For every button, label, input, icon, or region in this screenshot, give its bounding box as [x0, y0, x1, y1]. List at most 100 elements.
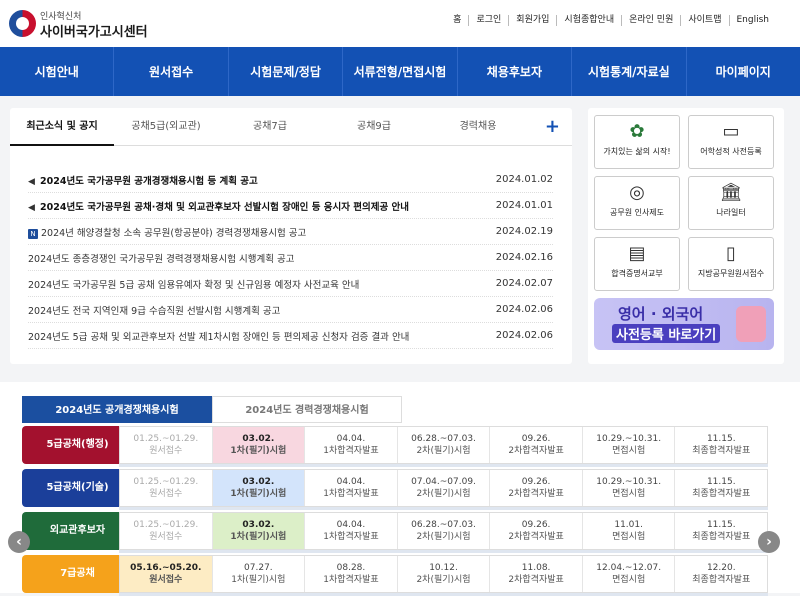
util-signup[interactable]: 회원가입 [508, 15, 556, 26]
quick-slogan[interactable]: ✿ 가치있는 삶의 시작! [594, 115, 680, 169]
nav-questions-answers[interactable]: 시험문제/정답 [229, 47, 344, 96]
banner-title: 영어 · 외국어 [618, 305, 704, 323]
step-label: 1차(필기)시험 [230, 489, 287, 499]
step-label: 2차합격자발표 [508, 532, 564, 542]
schedule-step: 01.25.~01.29. 원서접수 [120, 513, 213, 549]
progress-bar [119, 507, 768, 510]
step-date: 04.04. [336, 477, 366, 487]
schedule-step: 10.29.~10.31. 면접시험 [583, 470, 676, 506]
news-date: 2024.01.01 [495, 200, 553, 211]
schedule-step: 09.26. 2차합격자발표 [490, 513, 583, 549]
step-date: 03.02. [242, 477, 275, 487]
list-item[interactable]: ◀ 2024년도 국가공무원 공채·경채 및 외교관후보자 선발시험 장애인 등 … [28, 193, 553, 219]
news-title: 2024년 해양경찰청 소속 공무원(항공분야) 경력경쟁채용시험 공고 [41, 227, 307, 239]
step-date: 09.26. [521, 434, 551, 444]
step-label: 2차합격자발표 [508, 489, 564, 499]
list-item[interactable]: 2024년도 종층경쟁인 국가공무원 경력경쟁채용시험 시행계획 공고 2024.… [28, 245, 553, 271]
quick-label: 지방공무원원서접수 [697, 269, 765, 278]
nav-statistics[interactable]: 시험통계/자료실 [572, 47, 687, 96]
step-date: 04.04. [336, 434, 366, 444]
step-date: 06.28.~07.03. [411, 520, 476, 530]
phone-hand-icon [736, 306, 766, 342]
news-title: 2024년도 국가공무원 5급 공채 임용유예자 확정 및 신규임용 예정자 사… [28, 279, 360, 291]
globe-icon: ◎ [629, 182, 645, 203]
step-date: 07.04.~07.09. [411, 477, 476, 487]
step-label: 면접시험 [612, 575, 646, 585]
step-date: 07.27. [244, 563, 273, 573]
util-english[interactable]: English [728, 15, 777, 26]
quick-certificate[interactable]: ▤ 합격증명서교부 [594, 237, 680, 291]
quick-narailteo[interactable]: 🏛 나라일터 [688, 176, 774, 230]
news-title: 2024년도 종층경쟁인 국가공무원 경력경쟁채용시험 시행계획 공고 [28, 253, 295, 265]
news-tabs: 최근소식 및 공지 공채5급(외교관) 공채7급 공채9급 경력채용 [10, 108, 572, 146]
nav-application[interactable]: 원서접수 [114, 47, 229, 96]
quick-label: 합격증명서교부 [611, 269, 663, 278]
util-login[interactable]: 로그인 [468, 15, 508, 26]
list-item[interactable]: 2024년도 5급 공채 및 외교관후보자 선발 제1차시험 장애인 등 편의제… [28, 323, 553, 349]
news-title: 2024년도 국가공무원 공채·경채 및 외교관후보자 선발시험 장애인 등 응… [40, 201, 410, 213]
top-bar: 인사혁신처 사이버국가고시센터 홈 로그인 회원가입 시험종합안내 온라인 민원… [0, 0, 800, 47]
site-logo[interactable]: 인사혁신처 사이버국가고시센터 [9, 8, 159, 40]
step-label: 1차(필기)시험 [230, 532, 287, 542]
quick-language-register[interactable]: ▭ 어학성적 사전등록 [688, 115, 774, 169]
tab-grade5-diplomat[interactable]: 공채5급(외교관) [114, 108, 218, 146]
step-label: 1차(필기)시험 [230, 446, 287, 456]
language-banner[interactable]: 영어 · 외국어 사전등록 바로가기 [594, 298, 774, 350]
util-exam-guide[interactable]: 시험종합안내 [556, 15, 621, 26]
schedule-step: 10.12. 2차(필기)시험 [398, 556, 491, 592]
tab-career[interactable]: 경력채용 [426, 108, 530, 146]
step-date: 08.28. [336, 563, 366, 573]
schedule-step: 09.26. 2차합격자발표 [490, 427, 583, 463]
building-icon: 🏛 [719, 182, 743, 203]
tab-grade9[interactable]: 공채9급 [322, 108, 426, 146]
news-date: 2024.02.16 [495, 252, 553, 263]
schedule-category: 5급공채(행정) [22, 426, 133, 464]
list-item[interactable]: ◀ 2024년도 국가공무원 공개경쟁채용시험 등 계획 공고 2024.01.02 [28, 167, 553, 193]
tab-career-competition[interactable]: 2024년도 경력경쟁채용시험 [212, 396, 402, 423]
main-nav: 시험안내 원서접수 시험문제/정답 서류전형/면접시험 채용후보자 시험통계/자… [0, 47, 800, 96]
tab-open-competition[interactable]: 2024년도 공개경쟁채용시험 [22, 396, 212, 423]
step-label: 면접시험 [612, 446, 646, 456]
quick-hr-system[interactable]: ◎ 공무원 인사제도 [594, 176, 680, 230]
util-civil-petition[interactable]: 온라인 민원 [621, 15, 680, 26]
util-sitemap[interactable]: 사이트맵 [680, 15, 728, 26]
news-title: 2024년도 국가공무원 공개경쟁채용시험 등 계획 공고 [40, 175, 258, 187]
schedule-row: 5급공채(기술) 01.25.~01.29. 원서접수 03.02. 1차(필기)시험 0… [22, 469, 768, 510]
schedule-step: 01.25.~01.29. 원서접수 [120, 427, 213, 463]
step-label: 1차(필기)시험 [231, 575, 286, 585]
step-date: 03.02. [242, 434, 275, 444]
tab-recent-news[interactable]: 최근소식 및 공지 [10, 108, 114, 146]
nav-mypage[interactable]: 마이페이지 [687, 47, 800, 96]
schedule-step: 04.04. 1차합격자발표 [305, 470, 398, 506]
list-item[interactable]: 2024년도 국가공무원 5급 공채 임용유예자 확정 및 신규임용 예정자 사… [28, 271, 553, 297]
quick-local-application[interactable]: ▯ 지방공무원원서접수 [688, 237, 774, 291]
schedule-step: 04.04. 1차합격자발표 [305, 513, 398, 549]
step-date: 01.25.~01.29. [133, 434, 199, 444]
schedule-step: 05.16.~05.20. 원서접수 [120, 556, 213, 592]
news-date: 2024.02.19 [495, 226, 553, 237]
progress-bar [119, 550, 768, 553]
schedule-step: 07.27. 1차(필기)시험 [213, 556, 306, 592]
step-label: 원서접수 [149, 575, 183, 585]
prev-arrow-icon[interactable]: ‹ [8, 531, 30, 553]
schedule-category: 5급공채(기술) [22, 469, 133, 507]
list-item[interactable]: N 2024년 해양경찰청 소속 공무원(항공분야) 경력경쟁채용시험 공고 202… [28, 219, 553, 245]
schedule-step: 03.02. 1차(필기)시험 [212, 427, 306, 463]
more-plus-icon[interactable]: + [545, 116, 560, 137]
tab-grade7[interactable]: 공채7급 [218, 108, 322, 146]
progress-bar [119, 464, 768, 467]
step-label: 1차합격자발표 [323, 575, 379, 585]
util-home[interactable]: 홈 [446, 15, 468, 26]
speaker-icon: ◀ [28, 176, 35, 187]
speaker-icon: ◀ [28, 202, 35, 213]
list-item[interactable]: 2024년도 전국 지역인재 9급 수습직원 선발시험 시행계획 공고 2024.… [28, 297, 553, 323]
schedule-step: 12.20. 최종합격자발표 [675, 556, 767, 592]
nav-exam-info[interactable]: 시험안내 [0, 47, 115, 96]
step-label: 면접시험 [612, 532, 646, 542]
step-date: 05.16.~05.20. [130, 563, 202, 573]
next-arrow-icon[interactable]: › [758, 531, 780, 553]
news-date: 2024.01.02 [495, 174, 553, 185]
nav-document-interview[interactable]: 서류전형/면접시험 [343, 47, 458, 96]
nav-candidates[interactable]: 채용후보자 [458, 47, 573, 96]
schedule-step: 11.08. 2차합격자발표 [490, 556, 583, 592]
